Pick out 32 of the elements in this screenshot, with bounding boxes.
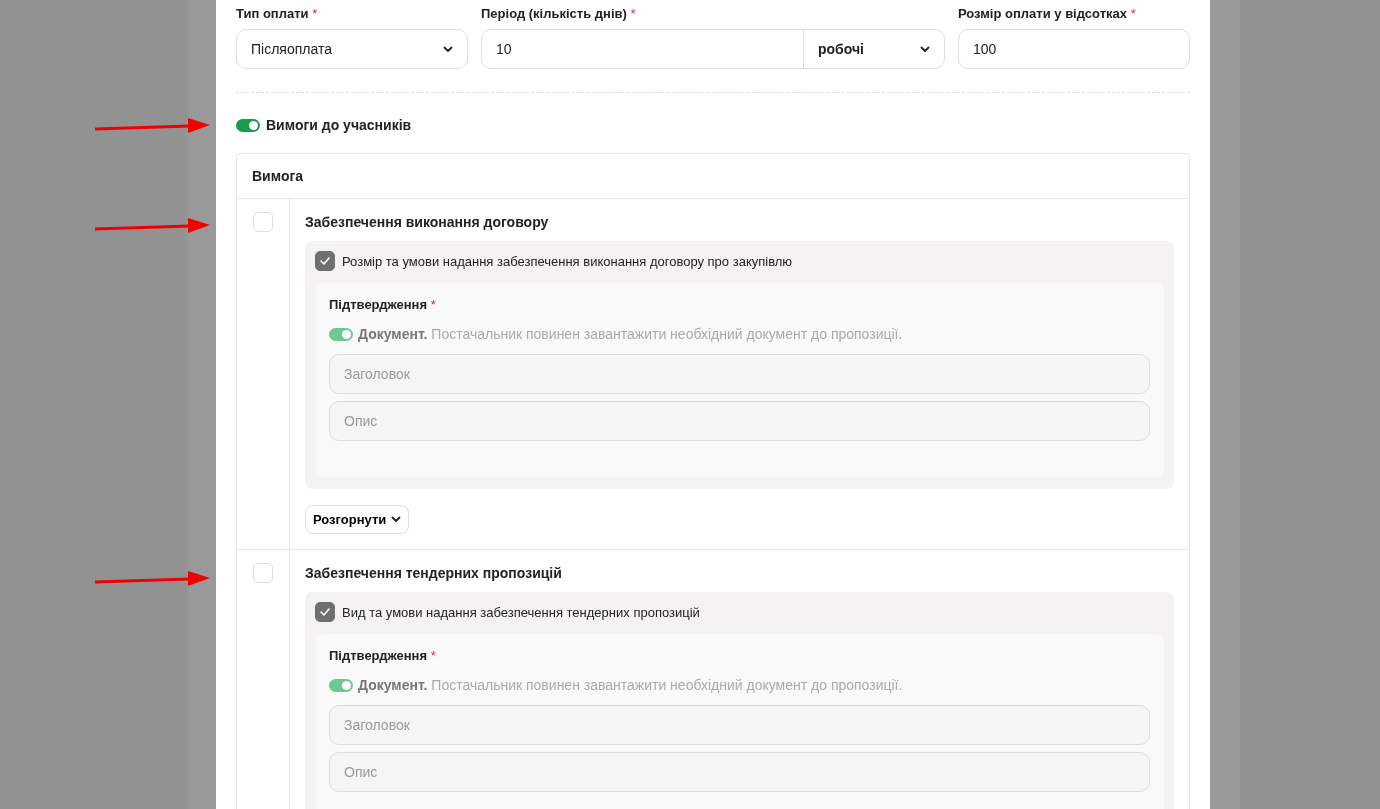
field-label: Період (кількість днів) * xyxy=(481,6,637,21)
confirmation-label: Підтвердження * xyxy=(329,648,437,663)
document-description: Документ. Постачальник повинен завантажити необхідний документ до пропозиції. xyxy=(358,326,903,342)
title-input[interactable]: Заголовок xyxy=(329,354,1150,394)
chevron-down-icon xyxy=(920,45,930,53)
expand-button[interactable]: Розгорнути xyxy=(305,505,410,534)
confirmation-label: Підтвердження * xyxy=(329,297,437,312)
day-type-select[interactable]: робочі xyxy=(804,41,944,57)
field-label: Розмір оплати у відсотках * xyxy=(958,6,1137,21)
payment-type-select[interactable]: Післяоплата xyxy=(236,29,468,69)
period-input[interactable]: 10 xyxy=(482,30,804,68)
percent-input[interactable]: 100 xyxy=(958,29,1190,69)
checkbox[interactable] xyxy=(315,251,335,271)
description-input[interactable]: Опис xyxy=(329,752,1150,792)
field-label: Тип оплати * xyxy=(236,6,319,21)
check-icon xyxy=(320,608,330,616)
document-toggle[interactable] xyxy=(329,678,353,692)
column-header: Вимога xyxy=(237,154,1189,199)
description-input[interactable]: Опис xyxy=(329,401,1150,441)
check-icon xyxy=(320,257,330,265)
requirements-toggle[interactable] xyxy=(236,118,260,132)
requirement-title: Забезпечення тендерних пропозицій xyxy=(305,565,563,581)
chevron-down-icon xyxy=(443,45,453,53)
document-description: Документ. Постачальник повинен завантажити необхідний документ до пропозиції. xyxy=(358,677,903,693)
criterion-label: Розмір та умови надання забезпечення виконання договору про закупівлю xyxy=(342,253,793,269)
document-toggle[interactable] xyxy=(329,327,353,341)
requirement-title: Забезпечення виконання договору xyxy=(305,214,550,230)
chevron-down-icon xyxy=(391,516,402,523)
title-input[interactable]: Заголовок xyxy=(329,705,1150,745)
toggle-label: Вимоги до учасників xyxy=(266,117,412,133)
checkbox[interactable] xyxy=(315,602,335,622)
criterion-label: Вид та умови надання забезпечення тендерних пропозицій xyxy=(342,604,700,620)
